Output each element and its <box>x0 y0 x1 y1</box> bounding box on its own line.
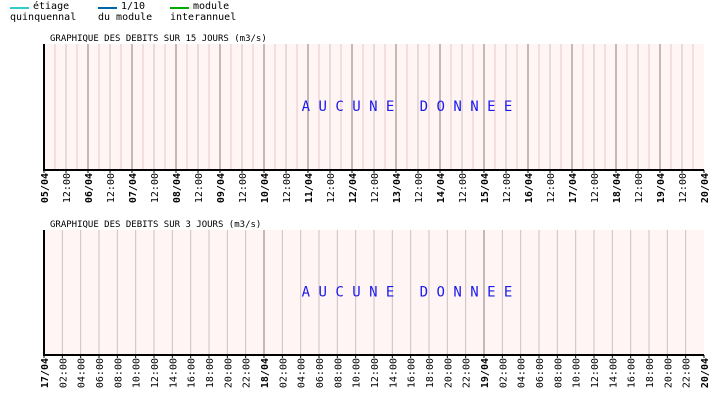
tick-label: 18:00 <box>645 358 656 388</box>
tick-label: 16:00 <box>627 358 638 388</box>
chart-title: GRAPHIQUE DES DEBITS SUR 15 JOURS (m3/s) <box>50 34 267 44</box>
tick-label: 08:00 <box>553 358 564 388</box>
tick-label: 12:00 <box>326 173 337 203</box>
tick-label: 20:00 <box>443 358 454 388</box>
tick-label: 10:00 <box>352 358 363 388</box>
tick-label: 12:00 <box>150 358 161 388</box>
tick-label: 08:00 <box>333 358 344 388</box>
tick-label: 02:00 <box>278 358 289 388</box>
tick-label: 18:00 <box>205 358 216 388</box>
tick-label: 12:00 <box>546 173 557 203</box>
tick-label: 20/04 <box>700 173 709 203</box>
tick-label: 12:00 <box>458 173 469 203</box>
tick-label: 12:00 <box>502 173 513 203</box>
tick-label: 22:00 <box>462 358 473 388</box>
tick-label: 15/04 <box>480 173 491 203</box>
tick-label: 16:00 <box>407 358 418 388</box>
tick-label: 17/04 <box>40 358 51 388</box>
tick-label: 22:00 <box>682 358 693 388</box>
tick-label: 10:00 <box>572 358 583 388</box>
tick-label: 12:00 <box>194 173 205 203</box>
tick-label: 12:00 <box>414 173 425 203</box>
tick-label: 19/04 <box>480 358 491 388</box>
tick-label: 11/04 <box>304 173 315 203</box>
tick-label: 18:00 <box>425 358 436 388</box>
tick-label: 22:00 <box>242 358 253 388</box>
tick-label: 07/04 <box>128 173 139 203</box>
tick-label: 20:00 <box>223 358 234 388</box>
no-data-message: A U C U N E D O N N E E <box>302 285 513 301</box>
tick-label: 13/04 <box>392 173 403 203</box>
tick-label: 17/04 <box>568 173 579 203</box>
tick-label: 06/04 <box>84 173 95 203</box>
tick-label: 08:00 <box>113 358 124 388</box>
no-data-message: A U C U N E D O N N E E <box>302 99 513 115</box>
chart-canvas: 05/04 12:00 06/04 12:00 07/04 12:00 08/04 12:00… <box>40 34 709 388</box>
tick-label: 18/04 <box>260 358 271 388</box>
tick-label: 12:00 <box>370 358 381 388</box>
tick-label: 12:00 <box>678 173 689 203</box>
chart-title: GRAPHIQUE DES DEBITS SUR 3 JOURS (m3/s) <box>50 220 261 230</box>
tick-label: 20/04 <box>700 358 709 388</box>
tick-label: 14:00 <box>168 358 179 388</box>
tick-label: 12:00 <box>634 173 645 203</box>
tick-label: 12:00 <box>590 173 601 203</box>
tick-label: 12:00 <box>590 358 601 388</box>
tick-label: 14:00 <box>388 358 399 388</box>
tick-label: 20:00 <box>663 358 674 388</box>
tick-label: 09/04 <box>216 173 227 203</box>
tick-label: 12:00 <box>282 173 293 203</box>
tick-label: 08/04 <box>172 173 183 203</box>
tick-label: 04:00 <box>517 358 528 388</box>
tick-label: 12:00 <box>238 173 249 203</box>
tick-label: 04:00 <box>77 358 88 388</box>
tick-label: 16/04 <box>524 173 535 203</box>
tick-label: 18/04 <box>612 173 623 203</box>
tick-label: 12:00 <box>150 173 161 203</box>
tick-label: 12:00 <box>62 173 73 203</box>
tick-label: 05/04 <box>40 173 51 203</box>
tick-label: 02:00 <box>58 358 69 388</box>
tick-label: 19/04 <box>656 173 667 203</box>
tick-label: 14:00 <box>608 358 619 388</box>
tick-label: 14/04 <box>436 173 447 203</box>
tick-label: 06:00 <box>315 358 326 388</box>
tick-label: 04:00 <box>297 358 308 388</box>
tick-label: 12/04 <box>348 173 359 203</box>
tick-label: 10/04 <box>260 173 271 203</box>
tick-label: 12:00 <box>106 173 117 203</box>
tick-label: 16:00 <box>187 358 198 388</box>
tick-label: 10:00 <box>132 358 143 388</box>
tick-label: 02:00 <box>498 358 509 388</box>
tick-label: 06:00 <box>535 358 546 388</box>
tick-label: 12:00 <box>370 173 381 203</box>
tick-label: 06:00 <box>95 358 106 388</box>
